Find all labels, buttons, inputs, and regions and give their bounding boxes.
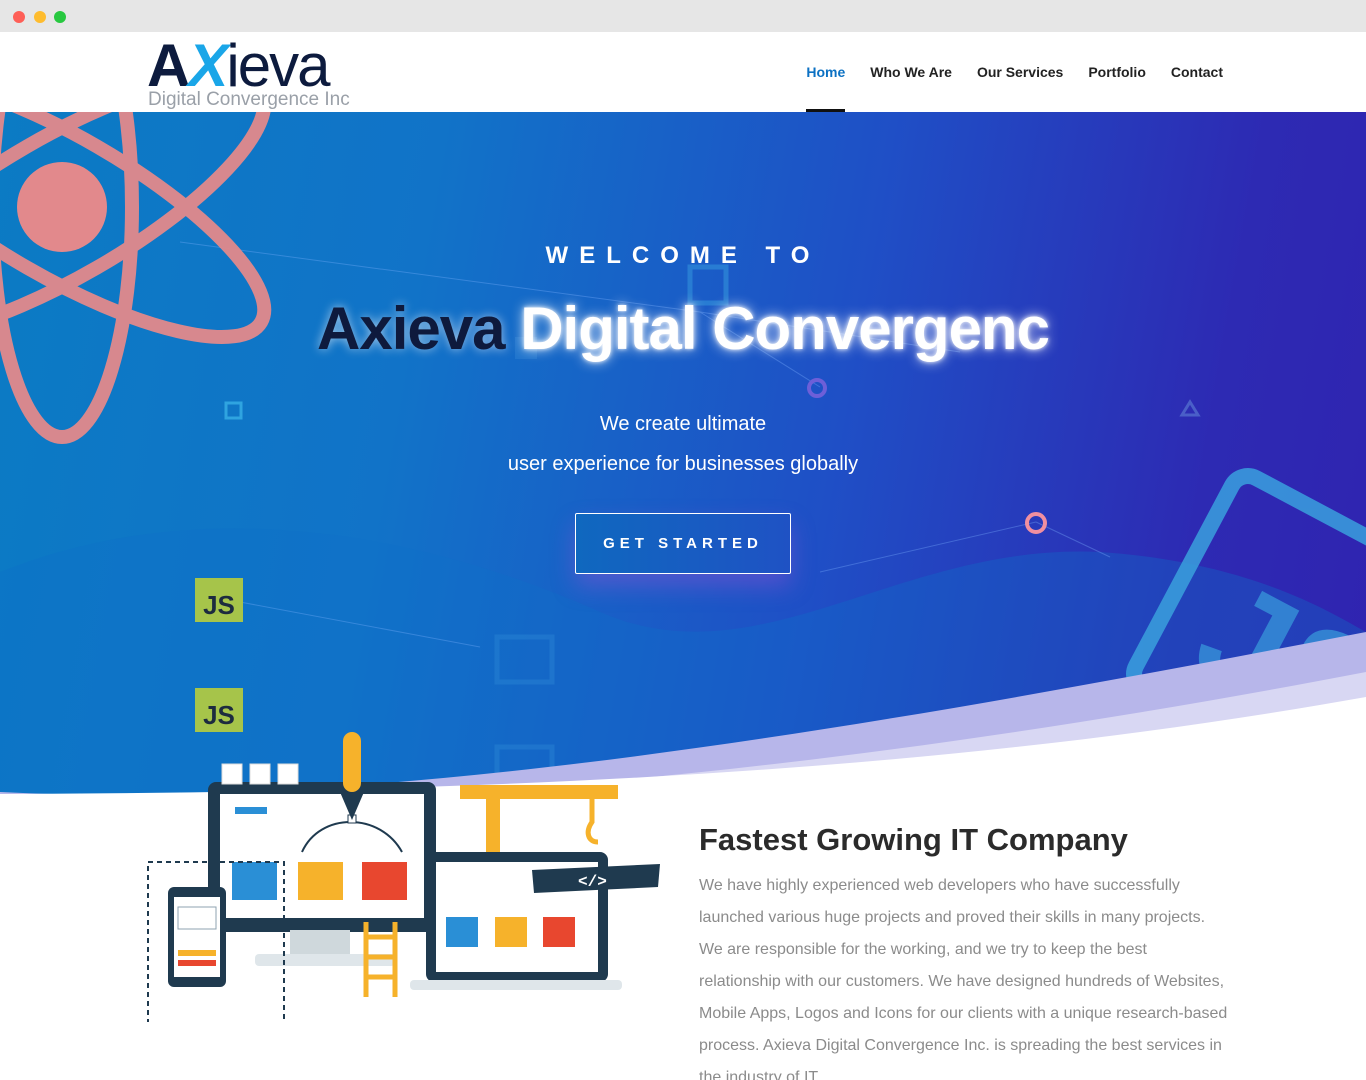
window-titlebar xyxy=(0,0,1366,32)
get-started-button[interactable]: GET STARTED xyxy=(575,513,791,574)
hero-title: Axieva Digital Convergenc xyxy=(0,294,1366,363)
maximize-window-button[interactable] xyxy=(54,11,66,23)
nav-our-services[interactable]: Our Services xyxy=(977,32,1063,112)
hero-subtitle: We create ultimate user experience for b… xyxy=(0,404,1366,484)
hero-subtitle-line-2: user experience for businesses globally xyxy=(507,453,859,475)
react-atom-icon xyxy=(0,112,272,444)
js-badge-1: JS xyxy=(195,578,243,622)
nav-home[interactable]: Home xyxy=(806,32,845,112)
hero-title-light: Digital Convergenc xyxy=(520,295,1050,362)
welcome-heading: WELCOME TO xyxy=(545,242,821,269)
js-badge-1-label: JS xyxy=(203,590,235,620)
logo-tagline: Digital Convergence Inc xyxy=(148,89,350,110)
site-logo[interactable]: AXieva Digital Convergence Inc xyxy=(147,36,377,111)
close-window-button[interactable] xyxy=(13,11,25,23)
web-page: JS WELCOME TO Axieva Digital Convergenc … xyxy=(0,32,1366,1080)
main-navigation: Home Who We Are Our Services Portfolio C… xyxy=(806,32,1223,112)
site-header: AXieva Digital Convergence Inc Home Who … xyxy=(0,32,1366,112)
web-design-illustration: </> xyxy=(147,732,660,1022)
hero-subtitle-line-1: We create ultimate xyxy=(599,413,767,435)
nav-contact[interactable]: Contact xyxy=(1171,32,1223,112)
code-tag-label: </> xyxy=(578,873,607,891)
about-text: We have highly experienced web developer… xyxy=(699,877,1228,1080)
nav-who-we-are[interactable]: Who We Are xyxy=(870,32,952,112)
minimize-window-button[interactable] xyxy=(34,11,46,23)
hero-title-dark: Axieva xyxy=(317,295,505,362)
logo-wordmark: AXieva xyxy=(147,36,330,96)
nav-portfolio[interactable]: Portfolio xyxy=(1088,32,1146,112)
about-title: Fastest Growing IT Company xyxy=(699,822,1128,857)
